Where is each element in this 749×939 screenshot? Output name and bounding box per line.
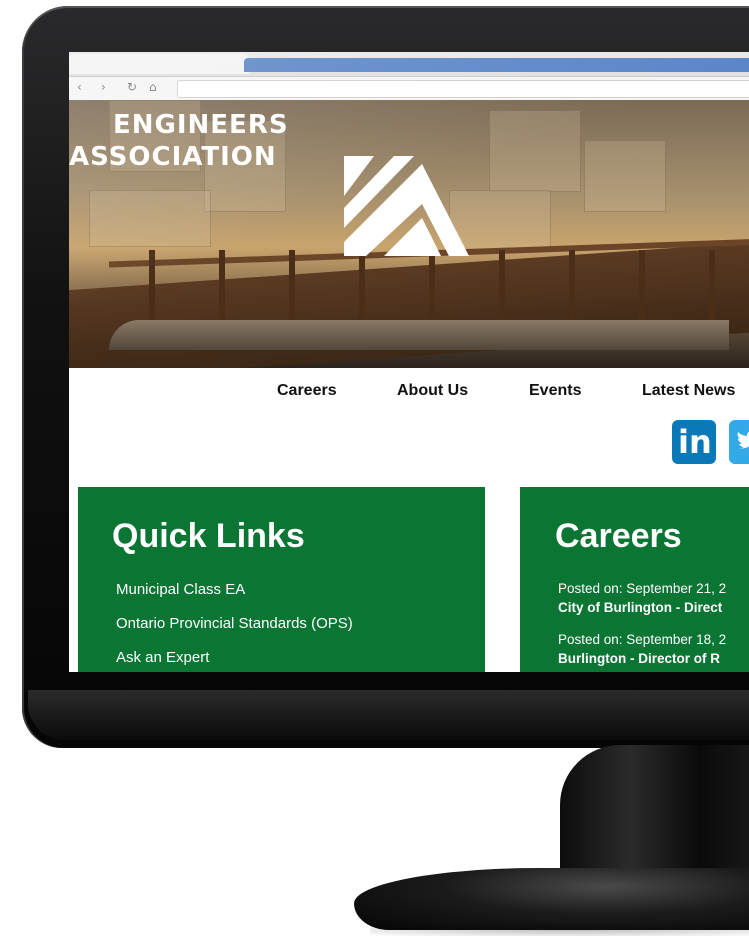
quick-links-panel: Quick Links Municipal Class EA Ontario P… [78, 487, 485, 672]
logo-line-1: ENGINEERS [113, 110, 289, 140]
browser-tab[interactable] [69, 54, 249, 74]
monitor-stand-base [354, 868, 749, 930]
main-nav: Careers About Us Events Latest News [69, 378, 749, 406]
back-icon[interactable]: ‹ [77, 80, 82, 94]
url-input[interactable] [177, 80, 749, 98]
nav-item-events[interactable]: Events [529, 382, 581, 400]
reload-icon[interactable]: ↻ [127, 80, 137, 94]
monitor-chin [28, 690, 749, 740]
twitter-icon[interactable] [729, 420, 749, 464]
nav-item-about-us[interactable]: About Us [397, 382, 468, 400]
careers-title: Careers [555, 517, 682, 555]
railing-post [569, 250, 575, 320]
browser-toolbar: ‹ › ↻ ⌂ [69, 52, 749, 102]
career-post-date: Posted on: September 18, 2 [558, 632, 727, 647]
railing-post [359, 250, 365, 320]
stand-shadow [370, 924, 749, 936]
logo-line-2: ASSOCIATION [69, 142, 277, 172]
concrete-ledge [109, 320, 729, 350]
career-post-link[interactable]: City of Burlington - Direct [558, 600, 722, 615]
forward-icon[interactable]: › [101, 80, 106, 94]
quick-link-ask-an-expert[interactable]: Ask an Expert [116, 649, 209, 666]
home-icon[interactable]: ⌂ [149, 80, 157, 94]
railing-post [289, 250, 295, 320]
browser-tab-strip [244, 58, 749, 72]
association-logo-mark[interactable] [344, 156, 469, 256]
railing-post [149, 250, 155, 320]
quick-link-municipal-class-ea[interactable]: Municipal Class EA [116, 581, 245, 598]
railing-post [219, 250, 225, 320]
careers-panel: Careers Posted on: September 21, 2 City … [520, 487, 749, 672]
nav-item-careers[interactable]: Careers [277, 382, 337, 400]
quick-links-title: Quick Links [112, 517, 305, 555]
railing-post [709, 250, 715, 320]
monitor-stand-neck [560, 745, 749, 885]
railing-post [639, 250, 645, 320]
quick-link-ops[interactable]: Ontario Provincial Standards (OPS) [116, 615, 353, 632]
monitor-screen: ‹ › ↻ ⌂ ENGINEERS ASSOCIATION Careers Ab… [69, 52, 749, 672]
nav-item-latest-news[interactable]: Latest News [642, 382, 735, 400]
railing-post [499, 250, 505, 320]
wall-panel [489, 110, 581, 192]
career-post-date: Posted on: September 21, 2 [558, 581, 727, 596]
linkedin-label: in [678, 423, 712, 461]
career-post-link[interactable]: Burlington - Director of R [558, 651, 720, 666]
hero-banner: ENGINEERS ASSOCIATION [69, 100, 749, 368]
railing-post [429, 250, 435, 320]
linkedin-icon[interactable]: in [672, 420, 716, 464]
wall-panel [584, 140, 666, 212]
wall-panel [89, 190, 211, 247]
